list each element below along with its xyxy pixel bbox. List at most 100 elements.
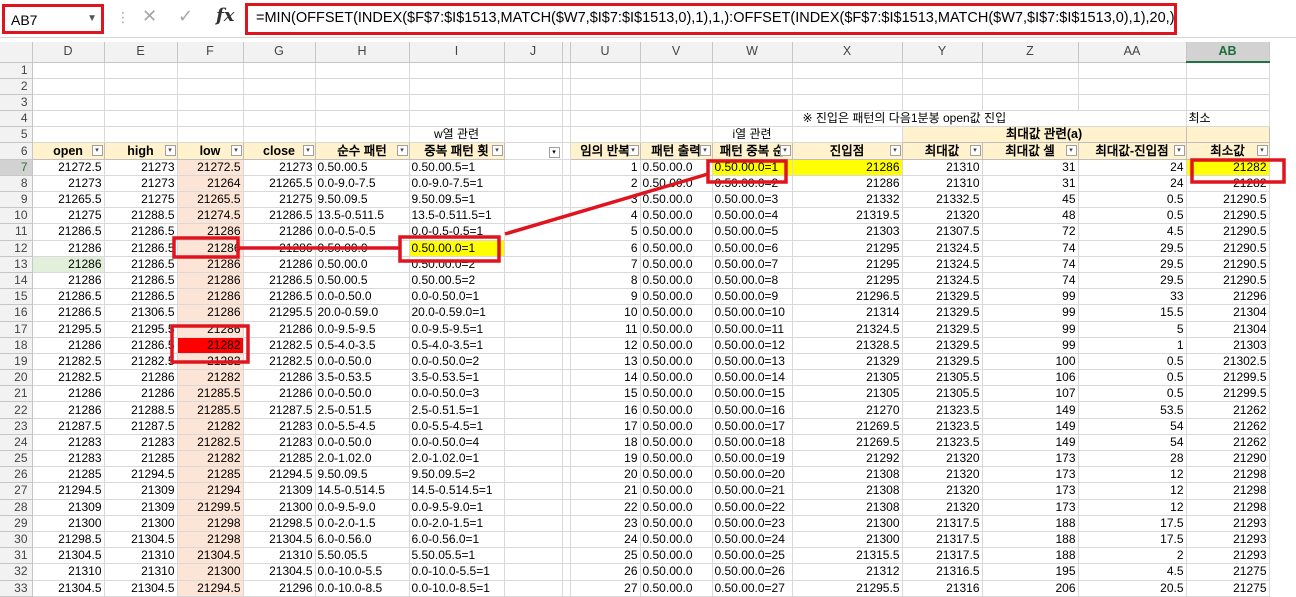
cell[interactable]: 0.5	[1078, 369, 1187, 387]
cell[interactable]	[243, 94, 316, 112]
cell[interactable]: 24	[1078, 159, 1187, 176]
row-header[interactable]: 21	[0, 385, 33, 403]
cell[interactable]: 21300	[32, 515, 105, 532]
cell[interactable]: 21304.5	[104, 531, 178, 549]
chevron-down-icon[interactable]: ▼	[87, 13, 97, 24]
cell[interactable]	[504, 499, 563, 516]
cell[interactable]: 0.0-0.50.0=4	[409, 434, 505, 452]
cell[interactable]: 54	[1078, 434, 1187, 452]
cell[interactable]: 21300	[104, 515, 178, 532]
cell[interactable]: 0.0-9.5-9.0=1	[409, 499, 505, 516]
row-header[interactable]: 6	[0, 142, 33, 160]
cell[interactable]	[570, 110, 641, 128]
header-w[interactable]: 패턴 중복 순 ▾	[712, 142, 793, 160]
cell[interactable]: 21286.5	[104, 223, 178, 241]
cell[interactable]: 0.50.00.0=9	[712, 288, 793, 306]
cell[interactable]	[504, 434, 563, 452]
cell[interactable]	[562, 369, 571, 387]
cell[interactable]: 21329	[792, 353, 903, 371]
cell[interactable]: 48	[982, 207, 1079, 225]
column-header[interactable]: F	[177, 42, 244, 63]
cell[interactable]: 45	[982, 191, 1079, 209]
cell[interactable]: 0.50.00.0	[640, 223, 713, 241]
cell[interactable]	[504, 240, 563, 257]
cell[interactable]: 21282.5	[177, 434, 244, 452]
row-header[interactable]: 8	[0, 175, 33, 193]
cell[interactable]: 21329.5	[902, 321, 983, 338]
cell[interactable]: 21286	[32, 337, 105, 354]
cell[interactable]: 21286	[177, 321, 244, 338]
row-header[interactable]: 26	[0, 466, 33, 484]
cell[interactable]: 15	[570, 385, 641, 403]
cell[interactable]: 21302.5	[1186, 353, 1270, 371]
header-y[interactable]: 최대값 ▾	[902, 142, 983, 160]
column-header[interactable]: AA	[1078, 42, 1187, 63]
min-note[interactable]: 최소	[1186, 110, 1270, 128]
cell[interactable]: 21286	[177, 272, 244, 290]
cell[interactable]: 149	[982, 418, 1079, 435]
cell[interactable]: 0.50.00.0=13	[712, 353, 793, 371]
cell[interactable]	[712, 78, 793, 95]
header-u[interactable]: 임의 반복 ▾	[570, 142, 641, 160]
cell[interactable]: 8	[570, 272, 641, 290]
cell[interactable]: 21294.5	[177, 580, 244, 597]
cell[interactable]: 0.50.00.0	[640, 207, 713, 225]
cell[interactable]: 0.0-0.50.0	[315, 353, 410, 371]
cell[interactable]	[562, 499, 571, 516]
cell[interactable]: 0.0-0.5-0.5=1	[409, 223, 505, 241]
cell[interactable]: 21286	[243, 385, 316, 403]
column-header[interactable]: I	[409, 42, 505, 63]
cell[interactable]	[1186, 62, 1270, 79]
cell[interactable]: 21314	[792, 304, 903, 322]
cell[interactable]: 0.50.00.0	[640, 337, 713, 354]
row-header[interactable]: 13	[0, 256, 33, 273]
cell[interactable]: 21323.5	[902, 418, 983, 435]
cell[interactable]: 5	[570, 223, 641, 241]
cell[interactable]: 0.50.00.0=21	[712, 482, 793, 500]
cell[interactable]: 21282	[177, 450, 244, 468]
cell[interactable]: 21305.5	[902, 369, 983, 387]
cell[interactable]	[792, 94, 903, 112]
cell[interactable]: 195	[982, 563, 1079, 581]
cell[interactable]: 0.50.00.5	[315, 159, 410, 176]
cell[interactable]: 21286.5	[104, 288, 178, 306]
column-header[interactable]: W	[712, 42, 793, 63]
cell[interactable]	[562, 62, 571, 79]
cell[interactable]: 0.50.00.0=10	[712, 304, 793, 322]
cell[interactable]: 0.50.00.0	[640, 240, 713, 257]
cell[interactable]: 12	[1078, 466, 1187, 484]
cell[interactable]: 21309	[104, 499, 178, 516]
cell[interactable]: 29.5	[1078, 256, 1187, 273]
cell[interactable]	[504, 580, 563, 597]
cell[interactable]: 0.0-9.0-7.5=1	[409, 175, 505, 193]
cell[interactable]: 5	[1078, 321, 1187, 338]
filter-dropdown-icon[interactable]: ▾	[889, 145, 901, 157]
cell[interactable]: 21293	[1186, 547, 1270, 565]
row-header[interactable]: 4	[0, 110, 33, 128]
cell[interactable]: 21283	[32, 434, 105, 452]
cell[interactable]: 9.50.09.5=1	[409, 191, 505, 209]
cell[interactable]: 21294.5	[32, 482, 105, 500]
cell[interactable]: 99	[982, 304, 1079, 322]
cell[interactable]: 0.50.00.0	[640, 418, 713, 435]
cell[interactable]	[562, 337, 571, 354]
header-low[interactable]: low ▾	[177, 142, 244, 160]
cell[interactable]: 21317.5	[902, 531, 983, 549]
cell[interactable]: 188	[982, 515, 1079, 532]
cell[interactable]: 0.0-5.5-4.5=1	[409, 418, 505, 435]
cell[interactable]	[504, 482, 563, 500]
cell[interactable]	[177, 94, 244, 112]
row-header[interactable]: 17	[0, 321, 33, 338]
header-x[interactable]: 진입점 ▾	[792, 142, 903, 160]
cell[interactable]: 21324.5	[902, 256, 983, 273]
cell[interactable]	[315, 110, 410, 128]
cell[interactable]: 0.50.00.0	[640, 466, 713, 484]
cell[interactable]: 21273	[104, 175, 178, 193]
cell[interactable]	[562, 110, 571, 128]
cell[interactable]: 21286.5	[243, 272, 316, 290]
cell[interactable]: 21274.5	[177, 207, 244, 225]
cell[interactable]: 0.50.00.0	[640, 159, 713, 176]
cell[interactable]: 0.50.00.0	[640, 385, 713, 403]
cell[interactable]	[902, 62, 983, 79]
cell[interactable]: 100	[982, 353, 1079, 371]
